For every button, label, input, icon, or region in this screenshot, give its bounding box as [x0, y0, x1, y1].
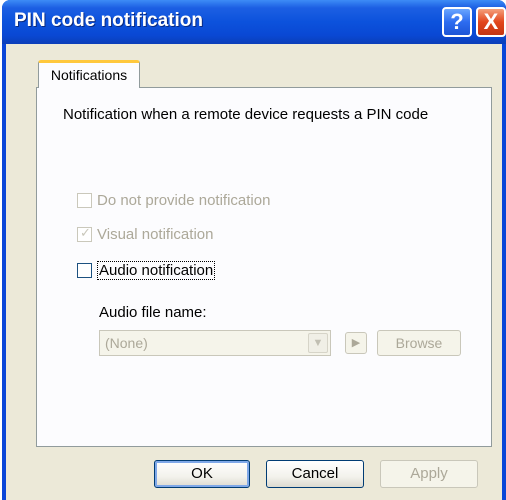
cancel-button[interactable]: Cancel	[266, 460, 364, 488]
audio-file-label: Audio file name:	[99, 304, 207, 321]
visual-notification-label: Visual notification	[97, 226, 214, 243]
window-title: PIN code notification	[14, 10, 203, 31]
chevron-down-icon[interactable]: ▼	[308, 333, 328, 353]
dialog-window: PIN code notification ? X Notifications …	[2, 0, 506, 500]
browse-button[interactable]: Browse	[377, 330, 461, 356]
tab-notifications[interactable]: Notifications	[38, 60, 140, 88]
help-button[interactable]: ?	[442, 7, 472, 37]
title-bar[interactable]: PIN code notification ? X	[2, 0, 506, 44]
no-notification-label: Do not provide notification	[97, 192, 271, 209]
visual-notification-checkbox[interactable]: ✓	[77, 225, 92, 242]
section-heading: Notification when a remote device reques…	[63, 106, 429, 123]
tab-panel: Notification when a remote device reques…	[36, 87, 492, 447]
ok-button[interactable]: OK	[154, 460, 250, 488]
dialog-body: Notifications Notification when a remote…	[6, 44, 502, 500]
audio-notification-label: Audio notification	[97, 261, 216, 280]
audio-notification-checkbox[interactable]	[77, 263, 92, 278]
checkmark-icon: ✓	[80, 225, 91, 240]
close-button[interactable]: X	[476, 7, 506, 37]
audio-file-value: (None)	[105, 335, 148, 351]
play-icon: ▶	[351, 337, 361, 349]
play-button[interactable]: ▶	[345, 332, 367, 354]
apply-button[interactable]: Apply	[380, 460, 478, 488]
audio-file-select[interactable]: (None) ▼	[99, 330, 331, 356]
no-notification-checkbox[interactable]	[77, 193, 92, 208]
